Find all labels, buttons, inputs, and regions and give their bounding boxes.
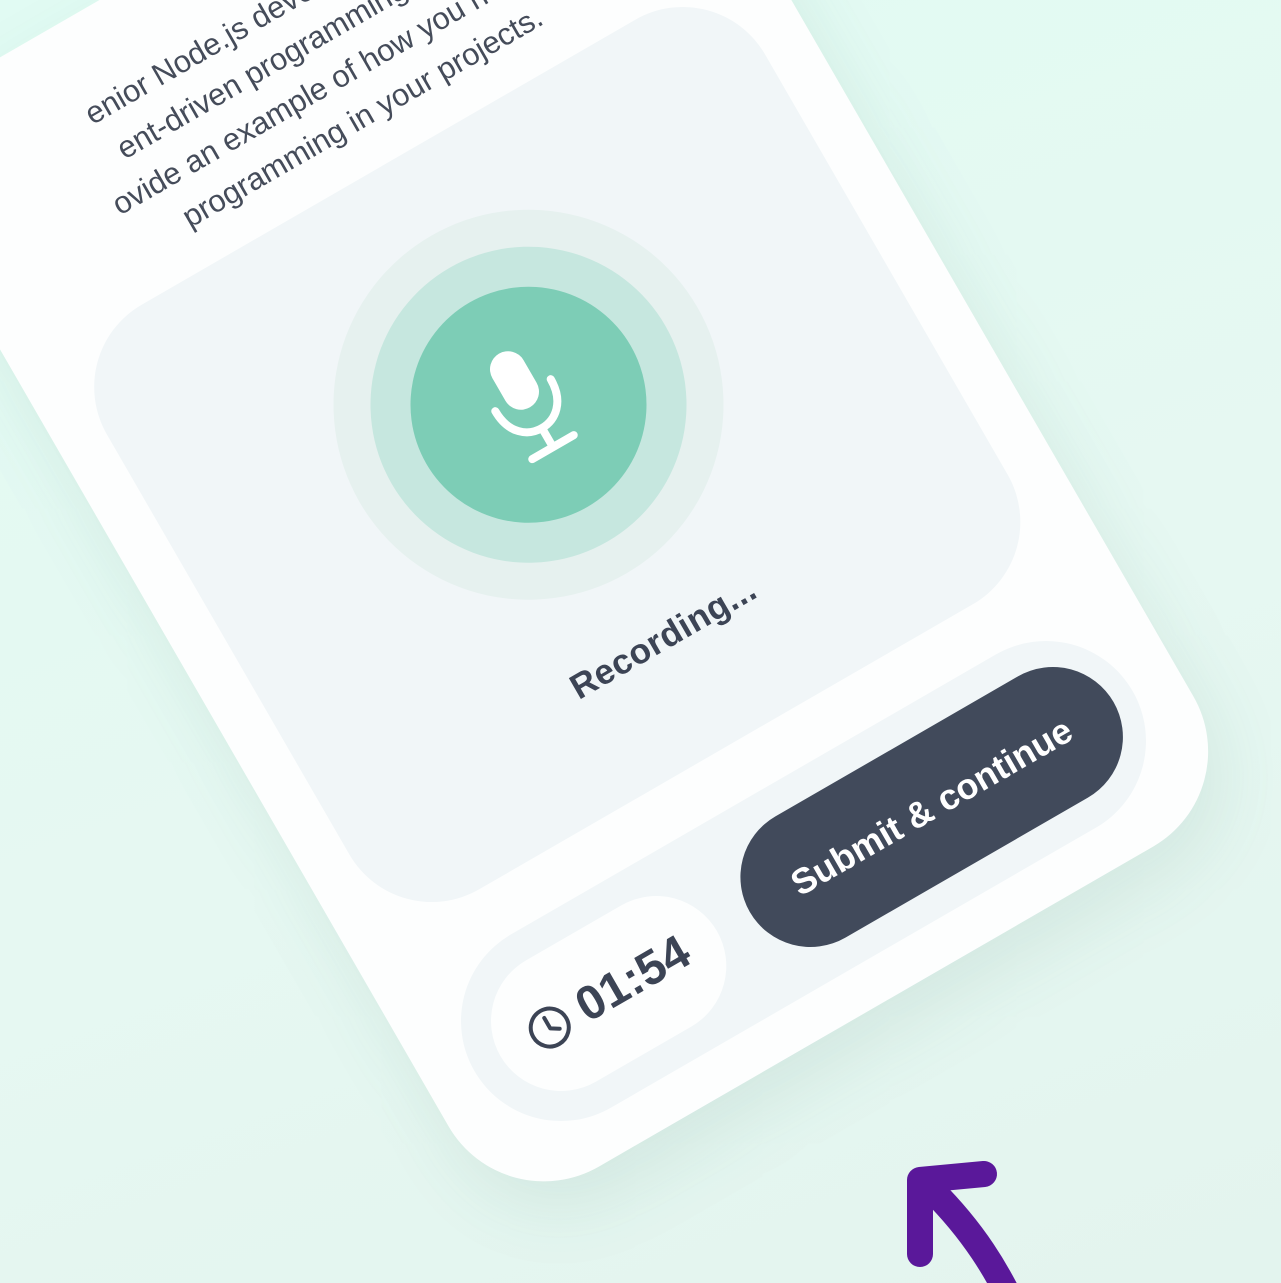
timer-value: 01:54: [566, 925, 700, 1033]
microphone-icon: [489, 351, 578, 464]
timer: 01:54: [465, 870, 752, 1117]
pointer-arrow-icon: [907, 1161, 1017, 1283]
clock-icon: [528, 1006, 571, 1049]
interview-question-card: enior Node.js developer, could you ent-d…: [0, 0, 1249, 1222]
screen: enior Node.js developer, could you ent-d…: [0, 0, 1281, 1283]
